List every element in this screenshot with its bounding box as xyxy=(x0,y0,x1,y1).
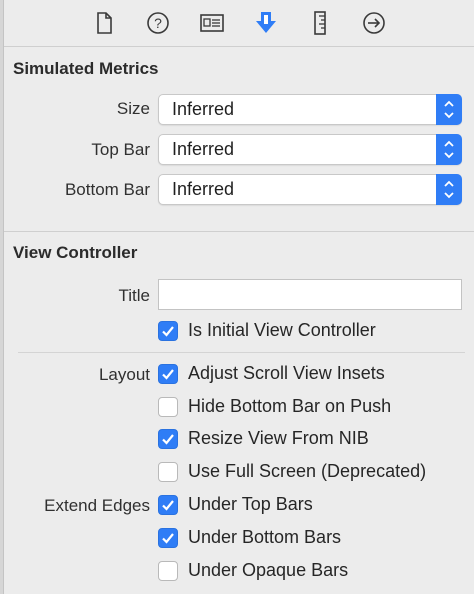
select-stepper-icon xyxy=(436,94,462,125)
under-opaque-bars-checkbox[interactable] xyxy=(158,561,178,581)
use-full-screen-label: Use Full Screen (Deprecated) xyxy=(188,461,427,481)
section-divider xyxy=(4,231,474,232)
resize-view-from-nib-checkbox[interactable] xyxy=(158,429,178,449)
layout-label: Layout xyxy=(98,365,150,384)
identity-inspector-icon[interactable] xyxy=(198,9,226,37)
extend-edges-label: Extend Edges xyxy=(44,496,150,515)
bottom-bar-select[interactable]: Inferred xyxy=(158,174,462,205)
adjust-scroll-view-insets-checkbox[interactable] xyxy=(158,364,178,384)
select-stepper-icon xyxy=(436,134,462,165)
under-opaque-bars-label: Under Opaque Bars xyxy=(188,560,349,580)
under-bottom-bars-label: Under Bottom Bars xyxy=(188,527,342,547)
resize-view-from-nib-label: Resize View From NIB xyxy=(188,428,369,448)
is-initial-checkbox[interactable] xyxy=(158,321,178,341)
use-full-screen-checkbox[interactable] xyxy=(158,462,178,482)
bottom-bar-label: Bottom Bar xyxy=(64,180,150,199)
select-stepper-icon xyxy=(436,174,462,205)
hide-bottom-bar-label: Hide Bottom Bar on Push xyxy=(188,396,392,416)
simulated-metrics-heading: Simulated Metrics xyxy=(13,59,159,78)
top-bar-label: Top Bar xyxy=(91,140,150,159)
svg-text:?: ? xyxy=(154,15,162,31)
connections-inspector-icon[interactable] xyxy=(360,9,388,37)
help-icon[interactable]: ? xyxy=(144,9,172,37)
size-select-value: Inferred xyxy=(172,99,235,119)
size-label: Size xyxy=(116,99,150,118)
title-field-label: Title xyxy=(118,286,151,305)
attributes-inspector-icon[interactable] xyxy=(252,9,280,37)
hide-bottom-bar-checkbox[interactable] xyxy=(158,397,178,417)
under-top-bars-checkbox[interactable] xyxy=(158,495,178,515)
size-select[interactable]: Inferred xyxy=(158,94,462,125)
is-initial-label: Is Initial View Controller xyxy=(188,320,376,340)
inspector-toolbar: ? xyxy=(4,0,474,47)
under-top-bars-label: Under Top Bars xyxy=(188,494,313,514)
adjust-scroll-view-insets-label: Adjust Scroll View Insets xyxy=(188,363,385,383)
top-bar-select[interactable]: Inferred xyxy=(158,134,462,165)
top-bar-select-value: Inferred xyxy=(172,139,235,159)
bottom-bar-select-value: Inferred xyxy=(172,179,235,199)
subsection-divider xyxy=(18,352,465,353)
file-inspector-icon[interactable] xyxy=(90,9,118,37)
under-bottom-bars-checkbox[interactable] xyxy=(158,528,178,548)
title-input[interactable] xyxy=(158,279,462,310)
size-inspector-icon[interactable] xyxy=(306,9,334,37)
view-controller-heading: View Controller xyxy=(13,243,138,262)
